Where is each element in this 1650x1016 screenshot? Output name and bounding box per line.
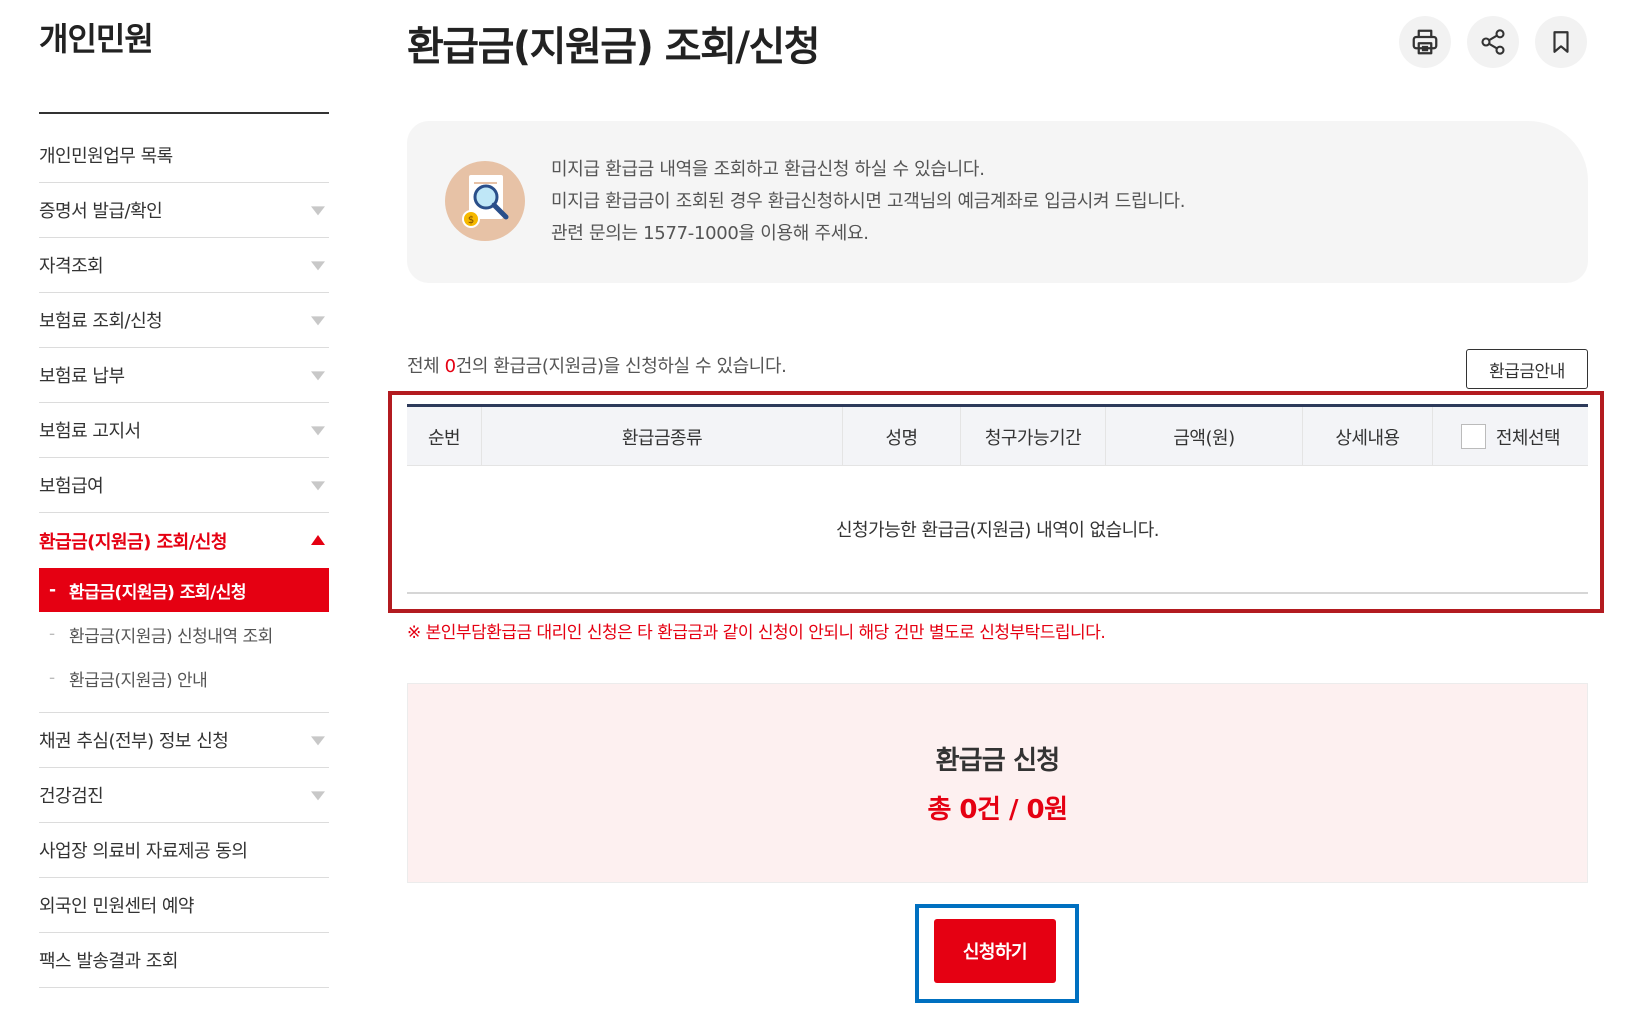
sidebar-item-label: 보험급여	[39, 476, 104, 497]
select-all-checkbox[interactable]	[1460, 424, 1486, 449]
sidebar-item-label: 보험료 조회/신청	[39, 311, 163, 332]
svg-text:$: $	[468, 215, 474, 226]
apply-button[interactable]: 신청하기	[934, 919, 1056, 983]
column-header-amount: 금액(원)	[1106, 407, 1303, 466]
sidebar-item-qualification[interactable]: 자격조회	[39, 238, 329, 293]
chevron-down-icon	[311, 316, 325, 326]
sidebar-item-label: 채권 추심(전부) 정보 신청	[39, 731, 229, 752]
info-box: $ 미지급 환급금 내역을 조회하고 환급신청 하실 수 있습니다. 미지급 환…	[407, 121, 1588, 283]
refund-count-text: 전체 0건의 환급금(지원금)을 신청하실 수 있습니다.	[407, 352, 787, 378]
proxy-notice: ※ 본인부담환급금 대리인 신청은 타 환급금과 같이 신청이 안되니 해당 건…	[407, 623, 1106, 643]
count-suffix: 건의 환급금(지원금)을 신청하실 수 있습니다.	[455, 356, 787, 377]
refund-count-number: 0	[444, 356, 456, 377]
sidebar-submenu: - 환급금(지원금) 조회/신청 - 환급금(지원금) 신청내역 조회 - 환급금(지…	[39, 568, 329, 713]
summary-title: 환급금 신청	[935, 746, 1061, 776]
sidebar-item-label: 외국인 민원센터 예약	[39, 896, 194, 917]
printer-icon	[1412, 29, 1438, 55]
submenu-item-refund-history[interactable]: - 환급금(지원금) 신청내역 조회	[39, 612, 329, 656]
select-all-label: 전체선택	[1495, 427, 1561, 449]
submenu-item-label: 환급금(지원금) 신청내역 조회	[69, 626, 273, 647]
table-empty-message: 신청가능한 환급금(지원금) 내역이 없습니다.	[407, 466, 1588, 594]
summary-total: 총 0건 / 0원	[927, 795, 1068, 825]
column-header-seq: 순번	[407, 407, 482, 466]
info-line: 미지급 환급금 내역을 조회하고 환급신청 하실 수 있습니다.	[551, 159, 985, 180]
sidebar-item-label: 개인민원업무 목록	[39, 146, 173, 167]
search-document-icon: $	[445, 161, 525, 241]
share-icon	[1481, 29, 1505, 55]
info-text: 미지급 환급금 내역을 조회하고 환급신청 하실 수 있습니다. 미지급 환급금…	[551, 154, 1185, 250]
count-prefix: 전체	[407, 356, 445, 377]
sidebar-item-label: 자격조회	[39, 256, 104, 277]
sidebar-item-debt-collection[interactable]: 채권 추심(전부) 정보 신청	[39, 713, 329, 768]
sidebar-item-premium-inquiry[interactable]: 보험료 조회/신청	[39, 293, 329, 348]
submenu-item-label: 환급금(지원금) 조회/신청	[69, 582, 247, 603]
sidebar-item-fax-result[interactable]: 팩스 발송결과 조회	[39, 933, 329, 988]
sidebar-item-label: 팩스 발송결과 조회	[39, 951, 178, 972]
refund-summary: 환급금 신청 총 0건 / 0원	[407, 683, 1588, 883]
chevron-down-icon	[311, 261, 325, 271]
sidebar-item-label: 보험료 고지서	[39, 421, 141, 442]
sidebar-item-label: 사업장 의료비 자료제공 동의	[39, 841, 248, 862]
sidebar-item-premium-notice[interactable]: 보험료 고지서	[39, 403, 329, 458]
sidebar-item-label: 건강검진	[39, 786, 104, 807]
dash-marker: -	[49, 668, 55, 688]
chevron-down-icon	[311, 206, 325, 216]
chevron-down-icon	[311, 736, 325, 746]
info-line: 관련 문의는 1577-1000을 이용해 주세요.	[551, 223, 869, 244]
print-button[interactable]	[1399, 16, 1451, 68]
sidebar-item-label: 증명서 발급/확인	[39, 201, 163, 222]
submenu-item-refund-guide[interactable]: - 환급금(지원금) 안내	[39, 656, 329, 700]
bookmark-icon	[1553, 31, 1569, 53]
sidebar-menu: 개인민원업무 목록 증명서 발급/확인 자격조회 보험료 조회/신청 보험료 납…	[39, 128, 329, 988]
chevron-down-icon	[311, 371, 325, 381]
dash-marker: -	[49, 580, 56, 600]
sidebar-item-benefits[interactable]: 보험급여	[39, 458, 329, 513]
info-line: 미지급 환급금이 조회된 경우 환급신청하시면 고객님의 예금계좌로 입금시켜 …	[551, 191, 1186, 212]
chevron-up-icon	[311, 534, 325, 545]
sidebar-submenu-wrapper: - 환급금(지원금) 조회/신청 - 환급금(지원금) 신청내역 조회 - 환급금(지…	[39, 568, 329, 713]
page-title: 환급금(지원금) 조회/신청	[407, 24, 821, 70]
sidebar-item-medical-consent[interactable]: 사업장 의료비 자료제공 동의	[39, 823, 329, 878]
bookmark-button[interactable]	[1535, 16, 1587, 68]
sidebar-item-certificate[interactable]: 증명서 발급/확인	[39, 183, 329, 238]
refund-guide-button[interactable]: 환급금안내	[1466, 349, 1588, 389]
column-header-detail: 상세내용	[1303, 407, 1433, 466]
sidebar-item-foreigner-reservation[interactable]: 외국인 민원센터 예약	[39, 878, 329, 933]
chevron-down-icon	[311, 791, 325, 801]
table-header: 순번 환급금종류 성명 청구가능기간 금액(원) 상세내용 전체선택	[407, 407, 1588, 466]
share-button[interactable]	[1467, 16, 1519, 68]
sidebar-item-premium-payment[interactable]: 보험료 납부	[39, 348, 329, 403]
chevron-down-icon	[311, 426, 325, 436]
sidebar-divider	[39, 112, 329, 114]
sidebar-item-health-checkup[interactable]: 건강검진	[39, 768, 329, 823]
sidebar-item-label: 보험료 납부	[39, 366, 125, 387]
column-header-refund-type: 환급금종류	[482, 407, 843, 466]
sidebar-item-label: 환급금(지원금) 조회/신청	[39, 531, 227, 553]
submenu-item-refund-inquiry[interactable]: - 환급금(지원금) 조회/신청	[39, 568, 329, 612]
column-header-name: 성명	[843, 407, 961, 466]
sidebar-title: 개인민원	[39, 20, 154, 58]
column-header-claim-period: 청구가능기간	[961, 407, 1106, 466]
submenu-item-label: 환급금(지원금) 안내	[69, 670, 208, 691]
chevron-down-icon	[311, 481, 325, 491]
dash-marker: -	[49, 624, 55, 644]
sidebar-item-refund[interactable]: 환급금(지원금) 조회/신청	[39, 513, 329, 568]
column-header-select-all: 전체선택	[1433, 407, 1588, 466]
sidebar-item-service-list[interactable]: 개인민원업무 목록	[39, 128, 329, 183]
